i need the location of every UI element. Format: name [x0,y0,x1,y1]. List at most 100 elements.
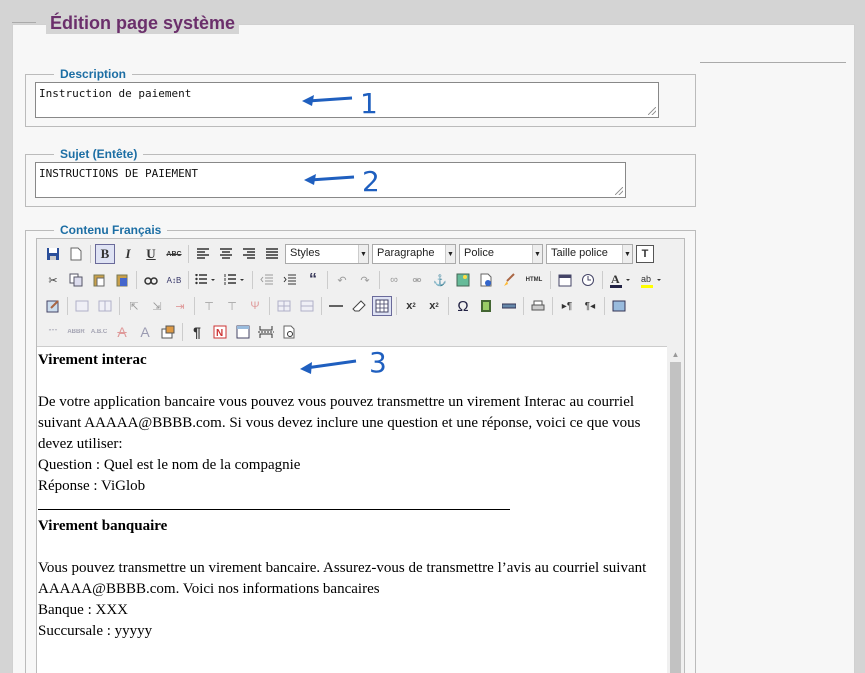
content-paragraph: De votre application bancaire vous pouve… [38,394,641,452]
save-icon[interactable] [43,244,63,264]
html-source-button[interactable]: HTML [522,270,546,290]
find-icon[interactable] [141,270,161,290]
fullscreen-icon[interactable] [609,296,629,316]
paragraph-select[interactable]: Paragraphe ▼ [372,244,456,264]
template-icon[interactable] [233,322,253,342]
legend-rule [26,74,54,75]
description-resize-handle[interactable] [648,107,656,115]
cleanup-icon[interactable] [476,270,496,290]
cut-icon[interactable]: ✂ [43,270,63,290]
attribs-icon[interactable] [158,322,178,342]
strikethrough-button[interactable]: ABC [164,244,184,264]
bold-button[interactable]: B [95,244,115,264]
merge-cells-icon[interactable] [297,296,317,316]
font-size-select[interactable]: Taille police ▼ [546,244,633,264]
content-branch: Succursale : yyyyy [38,623,153,639]
link-icon[interactable]: ∞ [384,270,404,290]
insert-time-icon[interactable] [578,270,598,290]
separator [602,271,603,289]
rtl-icon[interactable]: ¶◂ [580,296,600,316]
insert-date-icon[interactable] [555,270,575,290]
highlight-color-icon[interactable]: ab [638,270,666,290]
separator [252,271,253,289]
separator [67,297,68,315]
scroll-thumb[interactable] [670,362,681,673]
horizontal-rule-icon[interactable] [326,296,346,316]
paste-word-icon[interactable] [112,270,132,290]
italic-button[interactable]: I [118,244,138,264]
delete-col-icon[interactable]: Ψ [245,296,265,316]
separator [327,271,328,289]
numbered-list-icon[interactable] [222,270,248,290]
acronym-icon[interactable]: A.B.C [89,322,109,342]
advanced-hr-icon[interactable] [499,296,519,316]
subject-resize-handle[interactable] [615,187,623,195]
separator [523,297,524,315]
align-center-icon[interactable] [216,244,236,264]
underline-button[interactable]: U [141,244,161,264]
separator [552,297,553,315]
chevron-down-icon: ▼ [622,245,632,263]
remove-format-icon[interactable] [349,296,369,316]
align-left-icon[interactable] [193,244,213,264]
superscript-icon[interactable]: x2 [424,296,444,316]
new-document-icon[interactable] [66,244,86,264]
show-invisibles-icon[interactable]: ¶ [187,322,207,342]
text-color-icon[interactable]: A [607,270,635,290]
styles-select[interactable]: Styles ▼ [285,244,369,264]
delete-row-icon[interactable]: ⇥ [170,296,190,316]
preview-icon[interactable] [279,322,299,342]
blockquote-icon[interactable]: “ [303,270,323,290]
editor-content-area[interactable]: Virement interac De votre application ba… [37,346,667,673]
annotation-number-2: 2 [362,165,380,198]
nonbreaking-icon[interactable]: N [210,322,230,342]
font-select-value: Police [464,247,494,259]
content-paragraph: Vous pouvez transmettre un virement banc… [38,560,647,597]
legend-rule [26,154,54,155]
plain-text-button[interactable]: T [636,245,654,263]
undo-icon[interactable]: ↶ [332,270,352,290]
paste-icon[interactable] [89,270,109,290]
outdent-icon[interactable] [257,270,277,290]
rich-text-editor: B I U ABC Styles ▼ Paragraphe ▼ Police ▼ Ta… [36,238,685,673]
brush-icon[interactable] [499,270,519,290]
print-icon[interactable] [528,296,548,316]
cell-props-icon[interactable] [95,296,115,316]
col-before-icon[interactable]: ⊤ [199,296,219,316]
row-after-icon[interactable]: ⇲ [147,296,167,316]
ins-icon[interactable]: A [135,322,155,342]
ltr-icon[interactable]: ▸¶ [557,296,577,316]
abbr-icon[interactable]: ABBR [66,322,86,342]
media-icon[interactable] [476,296,496,316]
align-right-icon[interactable] [239,244,259,264]
indent-icon[interactable] [280,270,300,290]
copy-icon[interactable] [66,270,86,290]
split-cells-icon[interactable] [274,296,294,316]
replace-icon[interactable]: A↕B [164,270,184,290]
scroll-up-arrow-icon[interactable]: ▲ [667,346,684,362]
table-props-icon[interactable] [72,296,92,316]
separator [194,297,195,315]
col-after-icon[interactable]: ⊤ [222,296,242,316]
anchor-icon[interactable]: ⚓ [430,270,450,290]
subscript-icon[interactable]: x2 [401,296,421,316]
cite-icon[interactable]: “”” [43,322,63,342]
separator [604,297,605,315]
editor-scrollbar[interactable]: ▲ [667,346,684,673]
del-icon[interactable]: A [112,322,132,342]
separator [188,245,189,263]
row-before-icon[interactable]: ⇱ [124,296,144,316]
image-icon[interactable] [453,270,473,290]
bullet-list-icon[interactable] [193,270,219,290]
edit-form-icon[interactable] [43,296,63,316]
visual-aid-icon[interactable] [372,296,392,316]
special-char-icon[interactable]: Ω [453,296,473,316]
svg-text:A: A [611,272,620,286]
annotation-arrow-1 [302,95,353,106]
chevron-down-icon: ▼ [532,245,542,263]
align-justify-icon[interactable] [262,244,282,264]
page-break-icon[interactable] [256,322,276,342]
redo-icon[interactable]: ↷ [355,270,375,290]
unlink-icon[interactable]: ⚮ [407,270,427,290]
font-select[interactable]: Police ▼ [459,244,543,264]
